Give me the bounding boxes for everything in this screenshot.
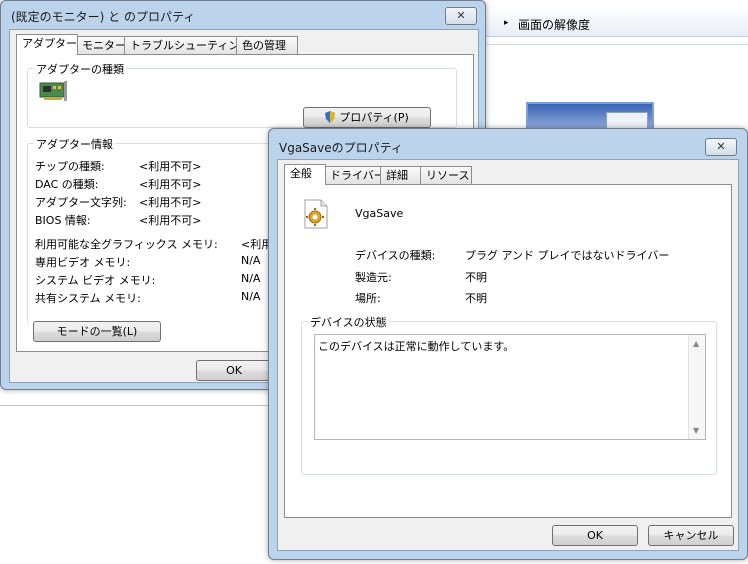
close-icon: ✕ xyxy=(716,140,726,153)
device-status-group: デバイスの状態 このデバイスは正常に動作しています。 ▲ ▼ xyxy=(301,314,717,475)
cancel-button[interactable]: キャンセル xyxy=(648,525,734,546)
close-button[interactable]: ✕ xyxy=(445,7,477,25)
tab-adapter[interactable]: アダプター xyxy=(16,34,78,55)
video-card-icon xyxy=(38,79,68,108)
vgasave-properties-dialog: VgaSaveのプロパティ ✕ 全般 ドライバー 詳細 リソース VgaSave… xyxy=(268,128,748,560)
device-name: VgaSave xyxy=(355,207,404,220)
device-type-label: デバイスの種類: xyxy=(355,249,436,262)
manufacturer-label: 製造元: xyxy=(355,271,392,284)
group-title: アダプターの種類 xyxy=(34,61,126,77)
dac-type-label: DAC の種類: xyxy=(35,178,99,191)
adapter-string-value: <利用不可> xyxy=(139,196,202,209)
shield-icon xyxy=(325,111,336,123)
device-type-value: プラグ アンド プレイではないドライバー xyxy=(465,249,670,262)
ok-button[interactable]: OK xyxy=(196,360,272,381)
dialog-title: (既定のモニター) と のプロパティ xyxy=(11,10,196,24)
bios-info-value: <利用不可> xyxy=(139,214,202,227)
dedicated-video-memory-label: 専用ビデオ メモリ: xyxy=(35,256,131,269)
total-graphics-memory-label: 利用可能な全グラフィックス メモリ: xyxy=(35,238,218,251)
tab-strip: アダプター モニター トラブルシューティング 色の管理 xyxy=(16,34,476,55)
dedicated-video-memory-value: N/A xyxy=(241,254,261,267)
bios-info-label: BIOS 情報: xyxy=(35,214,91,227)
tab-resources[interactable]: リソース xyxy=(420,166,472,184)
mode-list-button[interactable]: モードの一覧(L) xyxy=(33,321,161,342)
device-status-text: このデバイスは正常に動作しています。 xyxy=(318,340,515,353)
ok-button[interactable]: OK xyxy=(552,525,638,546)
shared-system-memory-value: N/A xyxy=(241,290,261,303)
scroll-down-icon[interactable]: ▼ xyxy=(693,426,699,435)
system-video-memory-label: システム ビデオ メモリ: xyxy=(35,274,156,287)
tab-troubleshoot[interactable]: トラブルシューティング xyxy=(124,36,250,54)
close-button[interactable]: ✕ xyxy=(705,138,737,156)
device-status-textbox[interactable]: このデバイスは正常に動作しています。 ▲ ▼ xyxy=(314,334,706,440)
breadcrumb: イ ▸ 画面の解像度 xyxy=(470,10,748,37)
manufacturer-value: 不明 xyxy=(465,271,487,284)
tab-monitor[interactable]: モニター xyxy=(76,36,126,54)
close-icon: ✕ xyxy=(456,9,466,22)
location-label: 場所: xyxy=(355,292,381,305)
group-title: デバイスの状態 xyxy=(308,314,389,330)
vertical-scrollbar[interactable]: ▲ ▼ xyxy=(688,335,705,439)
tab-strip: 全般 ドライバー 詳細 リソース xyxy=(284,164,724,185)
system-video-memory-value: N/A xyxy=(241,272,261,285)
breadcrumb-current-item[interactable]: 画面の解像度 xyxy=(518,16,590,33)
dialog-title: VgaSaveのプロパティ xyxy=(279,141,403,155)
dac-type-value: <利用不可> xyxy=(139,178,202,191)
group-title: アダプター情報 xyxy=(34,136,115,152)
tab-details[interactable]: 詳細 xyxy=(380,166,422,184)
dialog-client-area: 全般 ドライバー 詳細 リソース VgaSave デバイスの種類: プラグ アン… xyxy=(277,159,739,551)
header-divider xyxy=(470,44,748,45)
device-gear-icon xyxy=(303,199,329,232)
tab-color-management[interactable]: 色の管理 xyxy=(236,36,298,54)
scroll-up-icon[interactable]: ▲ xyxy=(693,339,699,348)
properties-button-label: プロパティ(P) xyxy=(339,111,409,124)
location-value: 不明 xyxy=(465,292,487,305)
tab-driver[interactable]: ドライバー xyxy=(324,166,385,184)
adapter-string-label: アダプター文字列: xyxy=(35,196,127,209)
general-tab-panel: VgaSave デバイスの種類: プラグ アンド プレイではないドライバー 製造… xyxy=(284,184,732,518)
properties-button[interactable]: プロパティ(P) xyxy=(303,107,431,128)
chip-type-value: <利用不可> xyxy=(139,160,202,173)
tab-general[interactable]: 全般 xyxy=(284,164,326,185)
chip-type-label: チップの種類: xyxy=(35,160,105,173)
breadcrumb-separator-icon[interactable]: ▸ xyxy=(504,18,509,28)
shared-system-memory-label: 共有システム メモリ: xyxy=(35,292,141,305)
